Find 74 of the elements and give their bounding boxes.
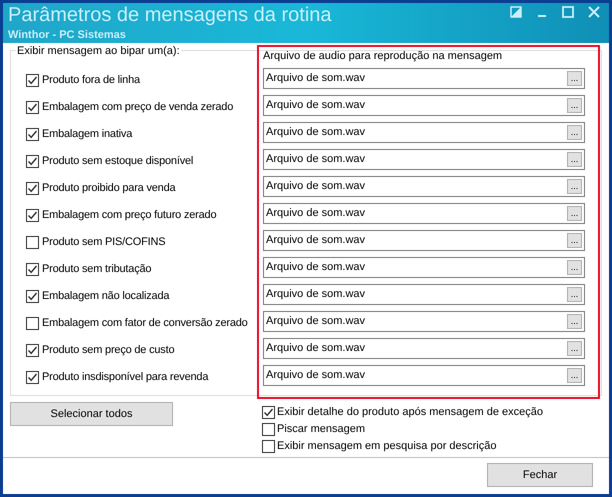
file-field[interactable]: Arquivo de som.wav ...	[263, 203, 585, 224]
browse-button[interactable]: ...	[567, 71, 582, 86]
checkbox-label: Produto sem PIS/COFINS	[42, 235, 166, 250]
checkbox[interactable]	[26, 74, 39, 87]
checkbox[interactable]	[26, 182, 39, 195]
file-field[interactable]: Arquivo de som.wav ...	[263, 122, 585, 143]
browse-button[interactable]: ...	[567, 287, 582, 302]
browse-button[interactable]: ...	[567, 98, 582, 113]
checkbox[interactable]	[262, 440, 275, 453]
browse-button[interactable]: ...	[567, 314, 582, 329]
group-label: Exibir mensagem ao bipar um(a):	[16, 43, 181, 60]
checkbox-label: Produto fora de linha	[42, 73, 140, 88]
close-icon[interactable]	[588, 6, 600, 18]
checkbox[interactable]	[26, 371, 39, 384]
checkbox-label: Produto proibido para venda	[42, 181, 176, 196]
file-field[interactable]: Arquivo de som.wav ...	[263, 149, 585, 170]
window-title: Parâmetros de mensagens da rotina	[8, 3, 332, 27]
file-field[interactable]: Arquivo de som.wav ...	[263, 338, 585, 359]
check-icon	[27, 156, 38, 167]
restore-icon[interactable]	[510, 6, 522, 18]
checkbox-label: Embalagem com preço futuro zerado	[42, 208, 216, 224]
checkbox[interactable]	[26, 128, 39, 141]
check-icon	[27, 372, 38, 383]
check-icon	[27, 183, 38, 194]
file-field[interactable]: Arquivo de som.wav ...	[263, 284, 585, 305]
check-icon	[27, 291, 38, 302]
checkbox[interactable]	[26, 263, 39, 276]
checkbox[interactable]	[26, 101, 39, 114]
check-icon	[27, 210, 38, 221]
checkbox[interactable]	[262, 423, 275, 436]
checkbox-label: Produto sem preço de custo	[42, 343, 174, 358]
check-icon	[263, 407, 274, 418]
browse-button[interactable]: ...	[567, 341, 582, 356]
browse-button[interactable]: ...	[567, 125, 582, 140]
checkbox-label: Exibir mensagem em pesquisa por descrição	[277, 439, 496, 454]
checkbox[interactable]	[26, 290, 39, 303]
check-icon	[27, 102, 38, 113]
checkbox-label: Piscar mensagem	[277, 422, 366, 438]
checkbox-label: Produto sem estoque disponível	[42, 154, 194, 170]
file-field[interactable]: Arquivo de som.wav ...	[263, 257, 585, 278]
file-field[interactable]: Arquivo de som.wav ...	[263, 230, 585, 251]
select-all-button[interactable]: Selecionar todos	[10, 402, 173, 426]
file-field[interactable]: Arquivo de som.wav ...	[263, 365, 585, 386]
checkbox[interactable]	[26, 236, 39, 249]
checkbox-label: Embalagem com preço de venda zerado	[42, 100, 234, 116]
checkbox-label: Embalagem com fator de conversão zerado	[42, 316, 248, 332]
checkbox[interactable]	[26, 344, 39, 357]
window-subtitle: Winthor - PC Sistemas	[8, 28, 127, 43]
browse-button[interactable]: ...	[567, 152, 582, 167]
check-icon	[27, 345, 38, 356]
audio-header: Arquivo de audio para reprodução na mensagem	[263, 49, 504, 63]
browse-button[interactable]: ...	[567, 260, 582, 275]
checkbox[interactable]	[26, 209, 39, 222]
checkbox-label: Embalagem não localizada	[42, 289, 170, 304]
checkbox[interactable]	[26, 317, 39, 330]
close-button[interactable]: Fechar	[487, 463, 593, 487]
browse-button[interactable]: ...	[567, 233, 582, 248]
check-icon	[27, 75, 38, 86]
checkbox[interactable]	[26, 155, 39, 168]
check-icon	[27, 264, 38, 275]
checkbox-label: Embalagem inativa	[42, 127, 132, 142]
checkbox-label: Produto sem tributação	[42, 262, 152, 278]
checkbox-label: Exibir detalhe do produto após mensagem de exceção	[277, 405, 544, 420]
file-field[interactable]: Arquivo de som.wav ...	[263, 95, 585, 116]
check-icon	[27, 129, 38, 140]
checkbox-label: Produto insdisponível para revenda	[42, 370, 208, 386]
checkbox[interactable]	[262, 406, 275, 419]
file-field[interactable]: Arquivo de som.wav ...	[263, 311, 585, 332]
file-field[interactable]: Arquivo de som.wav ...	[263, 68, 585, 89]
browse-button[interactable]: ...	[567, 179, 582, 194]
browse-button[interactable]: ...	[567, 368, 582, 383]
maximize-icon[interactable]	[562, 6, 574, 18]
browse-button[interactable]: ...	[567, 206, 582, 221]
file-field[interactable]: Arquivo de som.wav ...	[263, 176, 585, 197]
